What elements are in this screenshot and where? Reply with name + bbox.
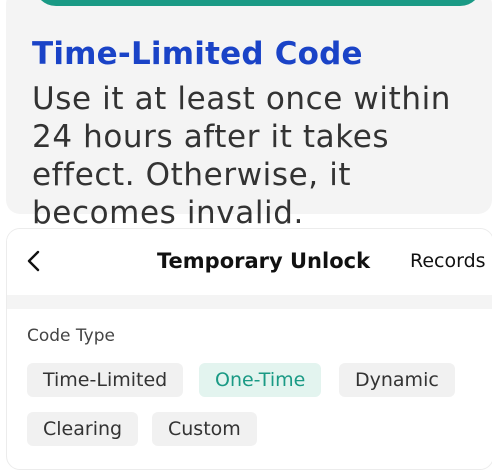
- nav-bar: Temporary Unlock Records: [7, 229, 492, 295]
- chip-custom[interactable]: Custom: [152, 412, 257, 446]
- chip-clearing[interactable]: Clearing: [27, 412, 139, 446]
- info-card: Time-Limited Code Use it at least once w…: [6, 0, 492, 231]
- temporary-unlock-panel: Temporary Unlock Records Code Type Time-…: [6, 228, 492, 470]
- page-title: Temporary Unlock: [157, 249, 371, 273]
- chip-dynamic[interactable]: Dynamic: [339, 363, 455, 397]
- code-type-label: Code Type: [27, 326, 115, 346]
- chip-time-limited[interactable]: Time-Limited: [27, 363, 184, 397]
- primary-action-bar[interactable]: [34, 0, 482, 6]
- section-divider: [7, 295, 492, 309]
- chip-one-time[interactable]: One-Time: [199, 363, 322, 397]
- info-card-description: Use it at least once within 24 hours aft…: [32, 81, 452, 231]
- chevron-left-icon[interactable]: [21, 247, 49, 275]
- info-card-title: Time-Limited Code: [32, 36, 363, 72]
- records-link[interactable]: Records: [410, 250, 486, 272]
